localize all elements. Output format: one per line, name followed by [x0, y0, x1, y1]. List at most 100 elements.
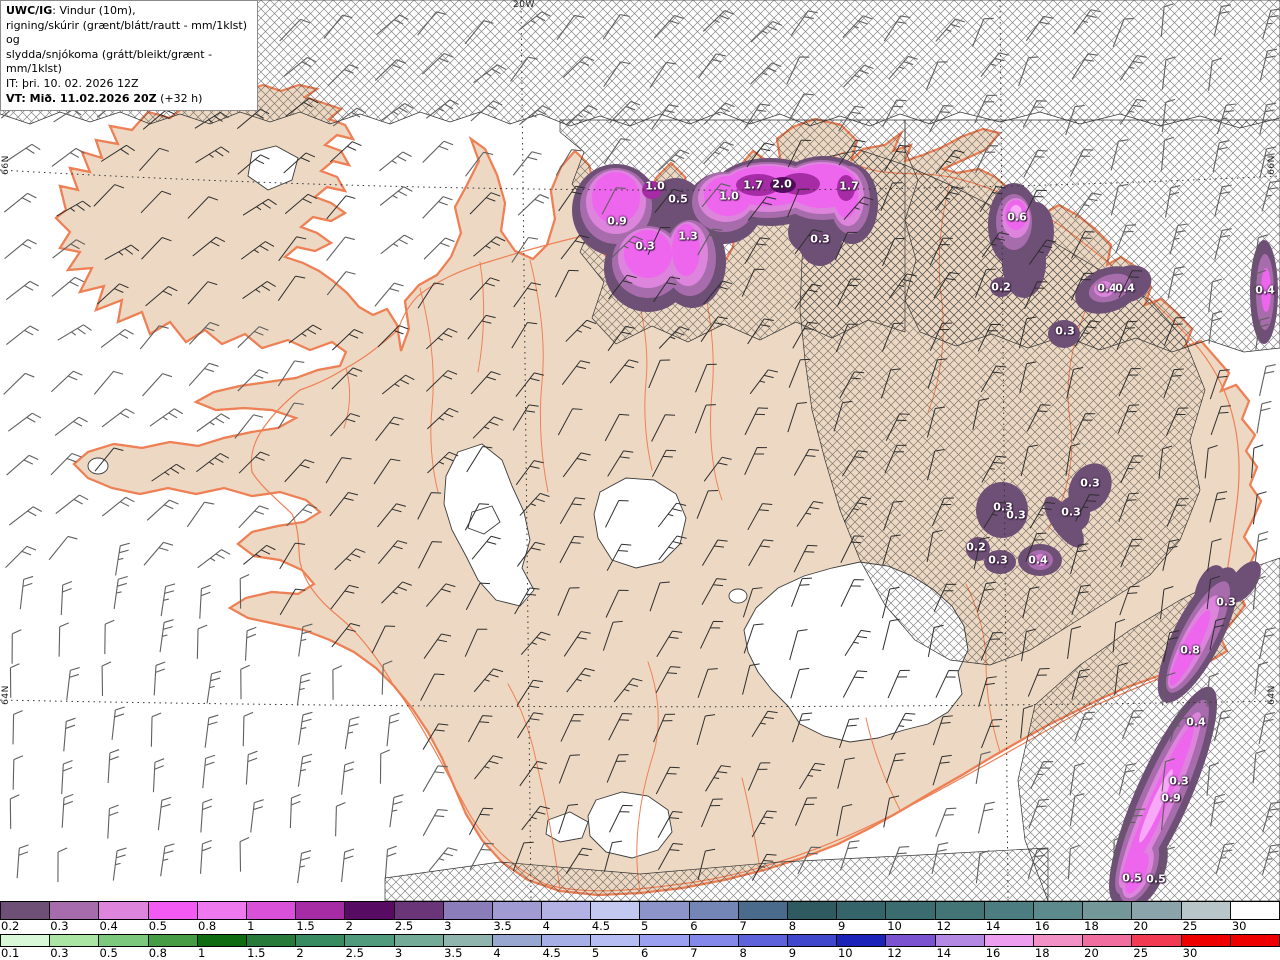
colorbar-tick-label: 0.2 — [1, 919, 20, 933]
precip-value-label: 0.3 — [1061, 505, 1081, 519]
colorbar-tick-label: 0.5 — [99, 946, 118, 960]
precip-value-label: 0.5 — [1122, 871, 1142, 885]
precip-value-label: 0.3 — [1055, 324, 1075, 338]
colorbar-tick-label: 5 — [591, 946, 600, 960]
wind-barb-icon — [16, 844, 29, 879]
colorbar-cell — [1083, 935, 1133, 946]
colorbar-cell — [148, 935, 198, 946]
wind-barb-icon — [5, 280, 39, 301]
wind-barb-icon — [935, 807, 957, 837]
colorbar-tick-label: 1 — [197, 946, 206, 960]
colorbar-cell — [394, 902, 444, 919]
wind-barb-icon — [344, 716, 360, 750]
forecast-info-box: UWC/IG: Vindur (10m), rigning/skúrir (gr… — [0, 0, 258, 112]
colorbar-tick-label: 8 — [788, 919, 797, 933]
colorbar-cell — [1181, 902, 1231, 919]
colorbar-tick-label: 7 — [690, 946, 698, 960]
wind-barb-icon — [422, 809, 448, 837]
colorbar-tick-label: 2.5 — [345, 946, 364, 960]
precip-value-label: 0.2 — [991, 280, 1011, 294]
wind-barb-icon — [384, 845, 397, 880]
wind-barb-icon — [61, 793, 74, 828]
wind-barb-icon — [289, 793, 301, 829]
precip-value-label: 0.3 — [1169, 774, 1189, 788]
wind-barb-icon — [160, 583, 176, 617]
info-line-sleet: slydda/snjókoma (grátt/bleikt/grænt - mm… — [6, 47, 213, 76]
colorbar-tick-label: 3.5 — [444, 946, 463, 960]
colorbar-cell — [689, 935, 739, 946]
wind-barb-icon — [422, 196, 453, 219]
wind-barb-icon — [111, 706, 125, 740]
colorbar-cell — [0, 902, 51, 919]
colorbar-cell — [197, 935, 247, 946]
wind-barb-icon — [240, 664, 250, 700]
latitude-label-66n-left: 66N — [0, 155, 11, 175]
colorbar-tick-label: 8 — [739, 946, 747, 960]
wind-barb-icon — [12, 710, 23, 745]
wind-barb-icon — [101, 496, 135, 517]
colorbar-tick-label: 0.4 — [99, 919, 118, 933]
colorbar-cell — [591, 935, 641, 946]
wind-barb-icon — [50, 370, 83, 393]
colorbar-tick-label: 2 — [345, 919, 353, 933]
wind-barb-icon — [341, 761, 355, 795]
latitude-label-64n-right: 64N — [1266, 685, 1277, 705]
wind-barb-icon — [61, 760, 73, 795]
colorbar-cell — [984, 902, 1034, 919]
wind-barb-icon — [101, 661, 112, 697]
colorbar-tick-label: 14 — [936, 946, 952, 960]
wind-barb-icon — [115, 542, 130, 576]
wind-barb-icon — [8, 506, 43, 526]
precip-value-label: 0.3 — [1080, 476, 1100, 490]
wind-barb-icon — [93, 370, 124, 395]
wind-barb-icon — [297, 753, 313, 787]
colorbar-cell — [1033, 902, 1084, 919]
wind-barb-icon — [341, 848, 355, 882]
wind-barb-icon — [57, 324, 92, 341]
colorbar-tick-label: 12 — [887, 946, 902, 960]
colorbar-cell — [443, 902, 493, 919]
colorbar-cell — [738, 902, 788, 919]
colorbar-cell — [50, 935, 100, 946]
colorbar-cell — [0, 935, 51, 946]
colorbar-tick-label: 6 — [641, 946, 649, 960]
wind-barb-icon — [63, 717, 76, 752]
wind-barb-icon — [157, 796, 172, 831]
precip-value-label: 0.4 — [1255, 283, 1275, 297]
colorbar-cell — [296, 935, 346, 946]
colorbar-cell — [1181, 935, 1231, 946]
colorbar-cell — [1033, 935, 1084, 946]
wind-barb-icon — [9, 663, 20, 698]
latitude-label-64n-left: 64N — [0, 685, 11, 705]
wind-barb-icon — [1256, 400, 1272, 434]
wind-barb-icon — [422, 140, 454, 163]
wind-barb-icon — [250, 799, 264, 833]
wind-barb-icon — [150, 712, 162, 747]
wind-barb-icon — [244, 626, 257, 661]
wind-barb-icon — [6, 325, 39, 346]
wind-barb-icon — [19, 575, 34, 610]
wind-barb-icon — [374, 282, 404, 307]
colorbar-tick-label: 1.5 — [247, 946, 266, 960]
colorbar-cell — [640, 935, 690, 946]
wind-barb-icon — [389, 794, 404, 828]
wind-barb-icon — [3, 192, 37, 213]
wind-barb-icon — [196, 624, 208, 659]
colorbar-cell — [788, 902, 838, 919]
wind-barb-icon — [297, 850, 312, 884]
wind-barb-icon — [245, 750, 258, 785]
colorbar-tick-label: 3.5 — [493, 919, 512, 933]
precip-value-label: 0.3 — [1216, 595, 1236, 609]
precip-value-label: 0.4 — [1115, 281, 1135, 295]
precip-value-label: 0.9 — [607, 214, 627, 228]
colorbar-sleet-snow — [0, 901, 1280, 920]
wind-barb-icon — [100, 328, 134, 348]
wind-barb-icon — [512, 151, 542, 176]
colorbar-sleet-snow-labels: 0.2 0.3 0.4 0.5 0.8 1 1.5 2 2.5 3 3.5 4 4.5 5 6 7 8 9 10 12… — [0, 920, 1280, 934]
colorbar-tick-label: 5 — [641, 919, 649, 933]
wind-barb-icon — [159, 619, 174, 653]
colorbar-cell — [246, 935, 297, 946]
info-line-valid-time: VT: Mið. 11.02.2026 20Z (+32 h) — [6, 91, 203, 105]
precip-value-label: 0.3 — [988, 553, 1008, 567]
colorbar-tick-label: 3 — [394, 946, 403, 960]
